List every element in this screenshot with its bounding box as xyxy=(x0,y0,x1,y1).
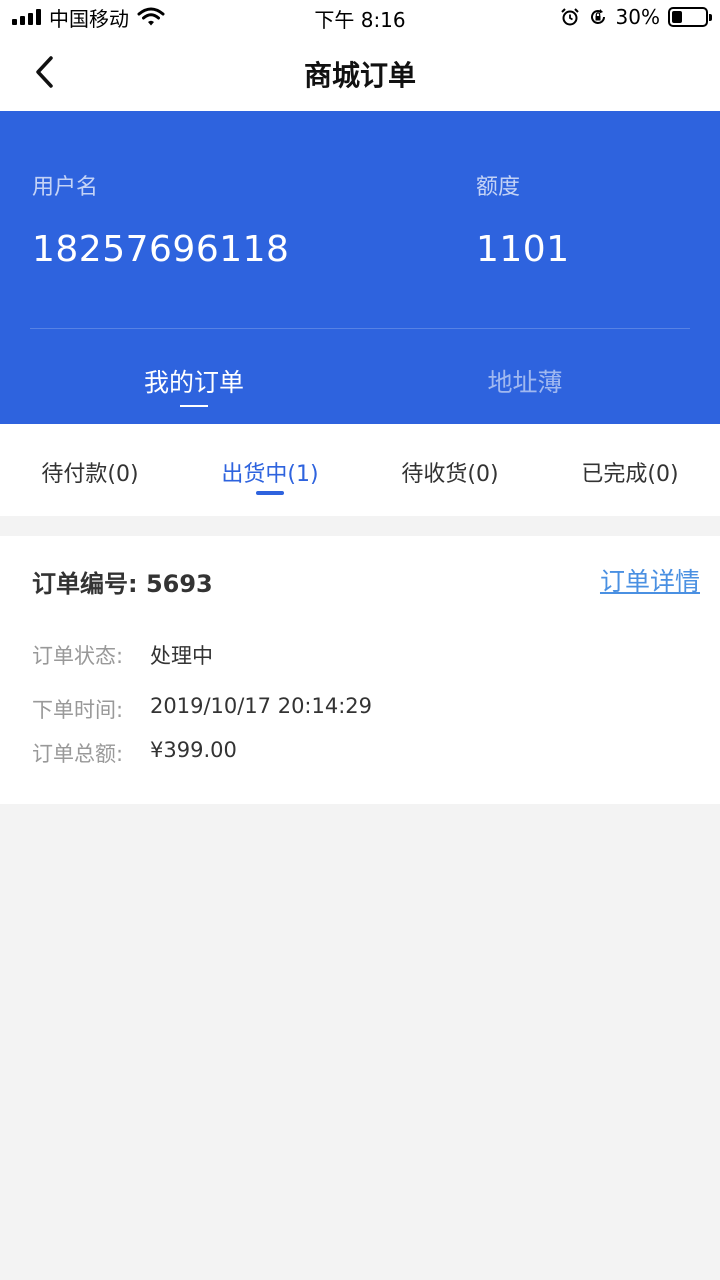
tab-completed[interactable]: 已完成(0) xyxy=(540,456,720,488)
order-tab-indicator xyxy=(256,491,284,495)
alarm-icon xyxy=(560,8,579,26)
main-tab-indicator xyxy=(180,405,208,407)
tab-pending-payment[interactable]: 待付款(0) xyxy=(0,456,180,488)
order-total-label: 订单总额: xyxy=(32,742,124,766)
order-status-tabs: 待付款(0) 出货中(1) 待收货(0) 已完成(0) xyxy=(0,424,720,516)
battery-icon xyxy=(668,7,712,27)
order-time-label: 下单时间: xyxy=(32,698,124,722)
order-total-value: ¥399.00 xyxy=(150,738,237,762)
header-divider xyxy=(30,328,690,329)
username-label: 用户名 xyxy=(32,175,99,200)
status-right: 30% xyxy=(560,4,712,30)
page-title: 商城订单 xyxy=(303,59,416,92)
username-value: 18257696118 xyxy=(32,229,290,270)
order-detail-link[interactable]: 订单详情 xyxy=(600,562,700,598)
tab-address-book[interactable]: 地址薄 xyxy=(425,363,625,399)
status-bar: 中国移动 下午 8:16 30% xyxy=(0,0,720,34)
tab-pending-receipt[interactable]: 待收货(0) xyxy=(360,456,540,488)
tab-shipping[interactable]: 出货中(1) xyxy=(180,456,360,488)
battery-percent: 30% xyxy=(615,5,660,29)
navigation-bar: 商城订单 xyxy=(0,34,720,111)
quota-value: 1101 xyxy=(476,229,570,270)
quota-label: 额度 xyxy=(476,175,521,200)
order-card: 订单编号: 5693 订单详情 订单状态: 处理中 下单时间: 2019/10/… xyxy=(0,536,720,804)
battery-level-fill xyxy=(672,11,682,23)
order-status-value: 处理中 xyxy=(150,644,213,668)
account-header: 用户名 18257696118 额度 1101 我的订单 地址薄 xyxy=(0,111,720,424)
order-time-row: 下单时间: 2019/10/17 20:14:29 xyxy=(32,694,372,724)
order-status-label: 订单状态: xyxy=(32,644,124,668)
order-time-value: 2019/10/17 20:14:29 xyxy=(150,694,373,718)
order-number: 订单编号: 5693 xyxy=(32,570,213,598)
order-total-row: 订单总额: ¥399.00 xyxy=(32,738,237,768)
tab-my-orders[interactable]: 我的订单 xyxy=(94,363,294,399)
rotation-lock-icon xyxy=(590,9,605,24)
username-block: 用户名 18257696118 xyxy=(32,169,289,270)
quota-block: 额度 1101 xyxy=(476,169,570,270)
order-status-row: 订单状态: 处理中 xyxy=(32,640,213,670)
